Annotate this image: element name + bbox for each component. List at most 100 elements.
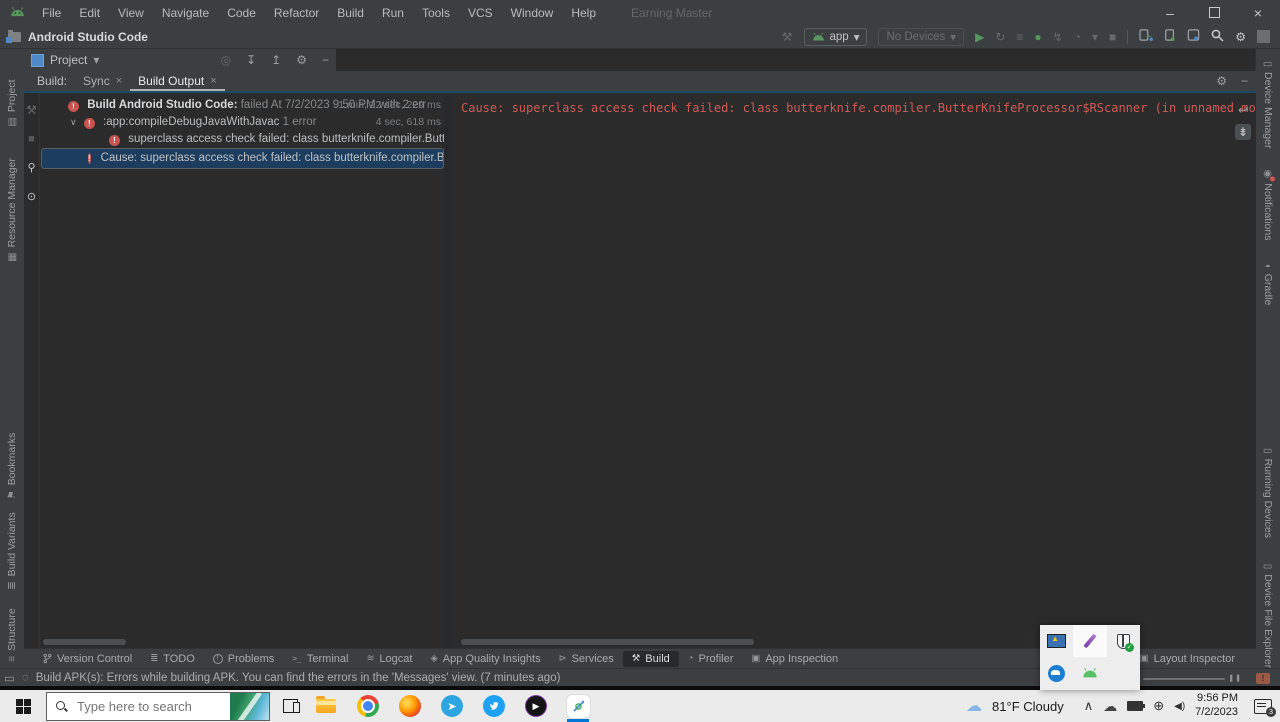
menu-file[interactable]: File [33, 6, 70, 20]
taskbar-search[interactable] [46, 692, 230, 721]
tree-row-root[interactable]: ! Build Android Studio Code: failed At 7… [41, 97, 444, 114]
chevron-down-icon[interactable]: ▾ [1092, 31, 1098, 43]
weather-text[interactable]: 81°F Cloudy [992, 699, 1064, 714]
project-panel-title[interactable]: Project [50, 53, 87, 67]
tree-row-error[interactable]: ! superclass access check failed: class … [41, 131, 444, 148]
frame-icon[interactable]: ▭ [4, 671, 15, 685]
taskbar-android-studio[interactable] [557, 690, 599, 722]
taskbar-telegram[interactable]: ➤ [431, 690, 473, 722]
console-horizontal-scrollbar[interactable] [461, 639, 754, 645]
maximize-button[interactable] [1192, 5, 1236, 21]
tab-logcat[interactable]: ≋Logcat [357, 651, 421, 667]
task-view-button[interactable] [283, 699, 299, 713]
sidebar-item-resource-manager[interactable]: ▦Resource Manager [0, 150, 24, 270]
chevron-expanded-icon[interactable]: ∨ [70, 117, 77, 127]
run-config-select[interactable]: app ▾ [804, 28, 868, 46]
taskbar-chrome[interactable] [347, 690, 389, 722]
tray-monitor-warning-icon[interactable] [1040, 625, 1073, 657]
profiler-icon[interactable]: ◔ [1074, 31, 1081, 43]
weather-cloud-icon[interactable]: ☁ [966, 696, 982, 716]
search-everywhere-icon[interactable] [1211, 29, 1224, 45]
tray-defender-shield-icon[interactable] [1107, 625, 1140, 657]
menu-build[interactable]: Build [328, 6, 373, 20]
tab-services[interactable]: ⊳Services [550, 651, 623, 667]
action-center-icon[interactable]: 3 [1254, 699, 1272, 714]
taskbar-firefox[interactable] [389, 690, 431, 722]
minimize-button[interactable]: – [1148, 5, 1192, 21]
close-tab-icon[interactable]: × [116, 75, 122, 87]
menu-vcs[interactable]: VCS [459, 6, 502, 20]
tray-pen-icon[interactable] [1073, 625, 1106, 657]
menu-edit[interactable]: Edit [70, 6, 109, 20]
tab-sync[interactable]: Sync× [75, 71, 130, 91]
start-button[interactable] [0, 690, 46, 722]
tree-row-task[interactable]: ∨ ! :app:compileDebugJavaWithJavac 1 err… [41, 114, 444, 131]
filter-eye-icon[interactable]: ⊙ [27, 190, 36, 203]
attach-debugger-icon[interactable]: ↯ [1053, 31, 1063, 43]
menu-code[interactable]: Code [218, 6, 265, 20]
pause-process-icon[interactable]: ❚❚ [1228, 674, 1242, 682]
menu-refactor[interactable]: Refactor [265, 6, 328, 20]
sidebar-item-gradle[interactable]: ◖Gradle [1256, 252, 1280, 316]
tray-android-emulator-icon[interactable] [1073, 657, 1106, 689]
taskbar-file-explorer[interactable] [305, 690, 347, 722]
tab-profiler[interactable]: ◔Profiler [679, 651, 743, 667]
device-manager-icon[interactable] [1139, 29, 1153, 44]
pin-icon[interactable]: ⚲ [27, 161, 35, 174]
run-configurations-icon[interactable]: ≡ [1016, 31, 1023, 43]
tab-version-control[interactable]: Version Control [34, 651, 141, 667]
tab-build[interactable]: ⚒Build [623, 651, 679, 667]
tree-row-cause-selected[interactable]: ! Cause: superclass access check failed:… [41, 148, 444, 169]
running-devices-icon[interactable] [1164, 29, 1176, 44]
menu-help[interactable]: Help [562, 6, 605, 20]
tray-expand-chevron-icon[interactable]: ∧ [1084, 698, 1094, 714]
battery-icon[interactable] [1127, 701, 1143, 711]
onedrive-cloud-icon[interactable]: ☁ [1103, 698, 1117, 715]
build-panel-gear-icon[interactable]: ⚙ [1216, 74, 1227, 88]
taskbar-clock[interactable]: 9:56 PM 7/2/2023 [1195, 692, 1238, 720]
stop-button[interactable]: ■ [1109, 31, 1116, 43]
build-panel-hide-icon[interactable]: − [1241, 74, 1248, 88]
search-input[interactable] [75, 698, 209, 715]
tab-terminal[interactable]: >_Terminal [283, 651, 357, 667]
taskbar-twitter[interactable] [473, 690, 515, 722]
stop-build-icon[interactable]: ■ [28, 133, 35, 145]
sidebar-item-project[interactable]: ▤Project [0, 70, 24, 136]
sidebar-item-device-manager[interactable]: ▯Device Manager [1256, 55, 1280, 155]
sidebar-item-bookmarks[interactable]: ⚑Bookmarks [0, 433, 24, 499]
tab-app-quality-insights[interactable]: ◈App Quality Insights [421, 651, 549, 667]
run-button[interactable]: ▶ [975, 31, 984, 43]
locate-target-icon[interactable]: ◎ [221, 53, 231, 67]
scroll-to-end-icon[interactable]: ⇟ [1235, 124, 1251, 140]
menu-window[interactable]: Window [502, 6, 563, 20]
taskbar-media-player[interactable]: ▶ [515, 690, 557, 722]
tree-horizontal-scrollbar[interactable] [43, 639, 126, 645]
status-message[interactable]: Build APK(s): Errors while building APK.… [36, 672, 561, 684]
hide-panel-icon[interactable]: − [322, 53, 329, 67]
sidebar-item-build-variants[interactable]: ≣Build Variants [0, 513, 24, 589]
build-hammer-icon[interactable]: ⚒ [782, 31, 793, 43]
menu-run[interactable]: Run [373, 6, 413, 20]
sidebar-item-running-devices[interactable]: ▯Running Devices [1256, 437, 1280, 549]
settings-gear-icon[interactable]: ⚙ [1235, 31, 1246, 43]
network-globe-icon[interactable]: ⊕ [1153, 698, 1164, 714]
search-highlight-image[interactable] [230, 692, 270, 721]
menu-navigate[interactable]: Navigate [153, 6, 218, 20]
device-select[interactable]: No Devices ▾ [878, 28, 964, 46]
close-tab-icon[interactable]: × [210, 75, 216, 87]
restart-build-hammer-icon[interactable]: ⚒ [26, 103, 37, 117]
sidebar-item-device-file-explorer[interactable]: ▯Device File Explorer [1256, 552, 1280, 680]
menu-view[interactable]: View [109, 6, 153, 20]
event-log-icon[interactable]: ! [1256, 673, 1270, 684]
panel-gear-icon[interactable]: ⚙ [296, 53, 307, 67]
close-button[interactable]: × [1236, 5, 1280, 21]
apply-changes-icon[interactable]: ↻ [995, 31, 1005, 43]
tab-layout-inspector[interactable]: ▣Layout Inspector [1131, 651, 1244, 667]
chevron-down-icon[interactable]: ▾ [93, 53, 99, 67]
avatar-placeholder[interactable] [1257, 30, 1270, 43]
tab-build-output[interactable]: Build Output× [130, 71, 224, 91]
menu-tools[interactable]: Tools [413, 6, 459, 20]
tray-cloud-app-icon[interactable] [1040, 657, 1073, 689]
sidebar-item-notifications[interactable]: ◉Notifications [1256, 160, 1280, 250]
sdk-manager-icon[interactable] [1187, 29, 1200, 44]
